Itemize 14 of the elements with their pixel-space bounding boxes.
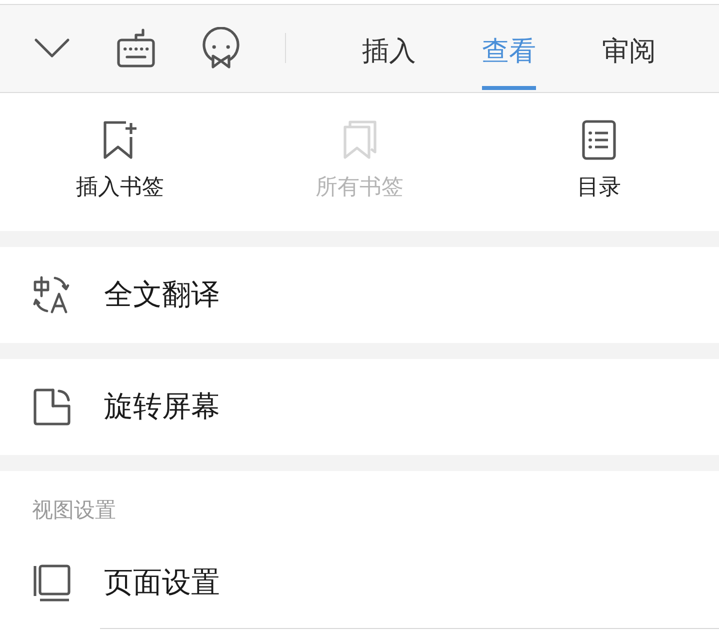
translate-icon — [33, 276, 71, 314]
chevron-down-icon[interactable] — [34, 38, 70, 58]
tab[interactable]: 审阅 — [602, 9, 656, 90]
bowtie-face-icon[interactable] — [202, 26, 240, 68]
page-layout-icon — [33, 564, 71, 602]
tab[interactable]: 插入 — [362, 9, 416, 90]
rotate-screen-icon — [33, 388, 71, 426]
section-heading: 视图设置 — [31, 498, 117, 524]
keyboard-icon[interactable] — [117, 28, 155, 68]
tool-button[interactable]: 插入书签 — [0, 93, 240, 231]
bookmarks-icon — [342, 120, 378, 160]
bookmark-plus-icon — [102, 120, 138, 160]
list-icon — [582, 120, 616, 160]
tool-button[interactable]: 目录 — [479, 93, 719, 231]
